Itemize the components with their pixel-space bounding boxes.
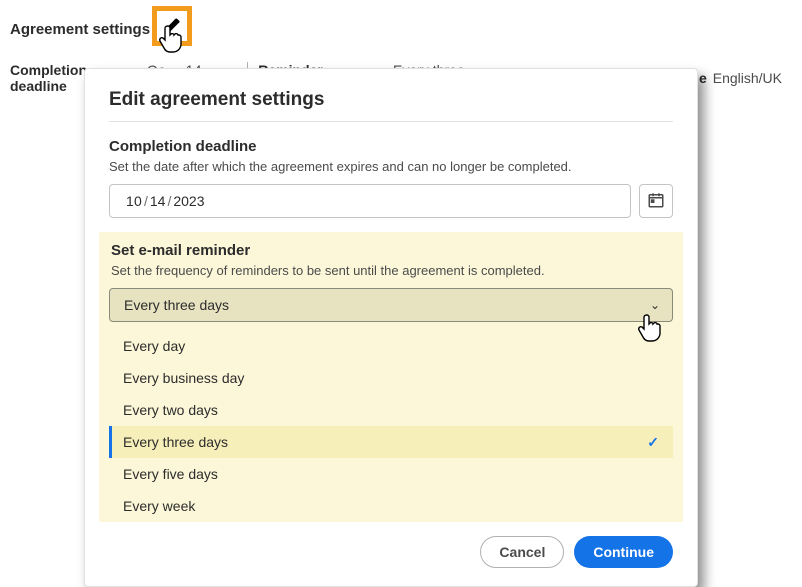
cancel-button[interactable]: Cancel	[480, 536, 564, 568]
date-year[interactable]: 2023	[173, 193, 204, 209]
reminder-option[interactable]: Every three days ✓	[109, 426, 673, 458]
reminder-field: Set e-mail reminder Set the frequency of…	[99, 232, 683, 522]
deadline-label: Completion deadline	[109, 138, 673, 155]
edit-settings-button[interactable]	[152, 6, 192, 46]
continue-button[interactable]: Continue	[574, 536, 673, 568]
reminder-option-label: Every two days	[123, 402, 218, 418]
reminder-option-label: Every three days	[123, 434, 228, 450]
reminder-option[interactable]: Every business day	[109, 362, 673, 394]
date-day[interactable]: 14	[150, 193, 166, 209]
pencil-icon	[157, 11, 187, 41]
reminder-option-label: Every week	[123, 498, 195, 514]
reminder-select[interactable]: Every three days ⌄	[109, 288, 673, 322]
dialog-title: Edit agreement settings	[109, 89, 673, 111]
deadline-field: Completion deadline Set the date after w…	[109, 138, 673, 218]
divider	[109, 121, 673, 122]
date-month[interactable]: 10	[126, 193, 142, 209]
dialog-footer: Cancel Continue	[109, 536, 673, 568]
reminder-option[interactable]: Every five days	[109, 458, 673, 490]
reminder-label: Set e-mail reminder	[109, 242, 673, 259]
deadline-date-input[interactable]: 10 / 14 / 2023	[109, 184, 631, 218]
reminder-option[interactable]: Every week	[109, 490, 673, 522]
summary-language-value: English/UK	[713, 70, 782, 86]
chevron-down-icon: ⌄	[650, 298, 660, 312]
reminder-option-label: Every business day	[123, 370, 244, 386]
reminder-option[interactable]: Every two days	[109, 394, 673, 426]
checkmark-icon: ✓	[647, 434, 659, 451]
reminder-select-value: Every three days	[124, 297, 229, 313]
deadline-help: Set the date after which the agreement e…	[109, 159, 673, 174]
calendar-button[interactable]	[639, 184, 673, 218]
reminder-option-label: Every five days	[123, 466, 218, 482]
reminder-option-label: Every day	[123, 338, 185, 354]
reminder-options: Every day Every business day Every two day…	[109, 330, 673, 522]
calendar-icon	[647, 191, 665, 212]
reminder-help: Set the frequency of reminders to be sen…	[109, 263, 673, 278]
reminder-option[interactable]: Every day	[109, 330, 673, 362]
edit-agreement-dialog: Edit agreement settings Completion deadl…	[84, 68, 698, 587]
page-title: Agreement settings	[10, 21, 150, 38]
